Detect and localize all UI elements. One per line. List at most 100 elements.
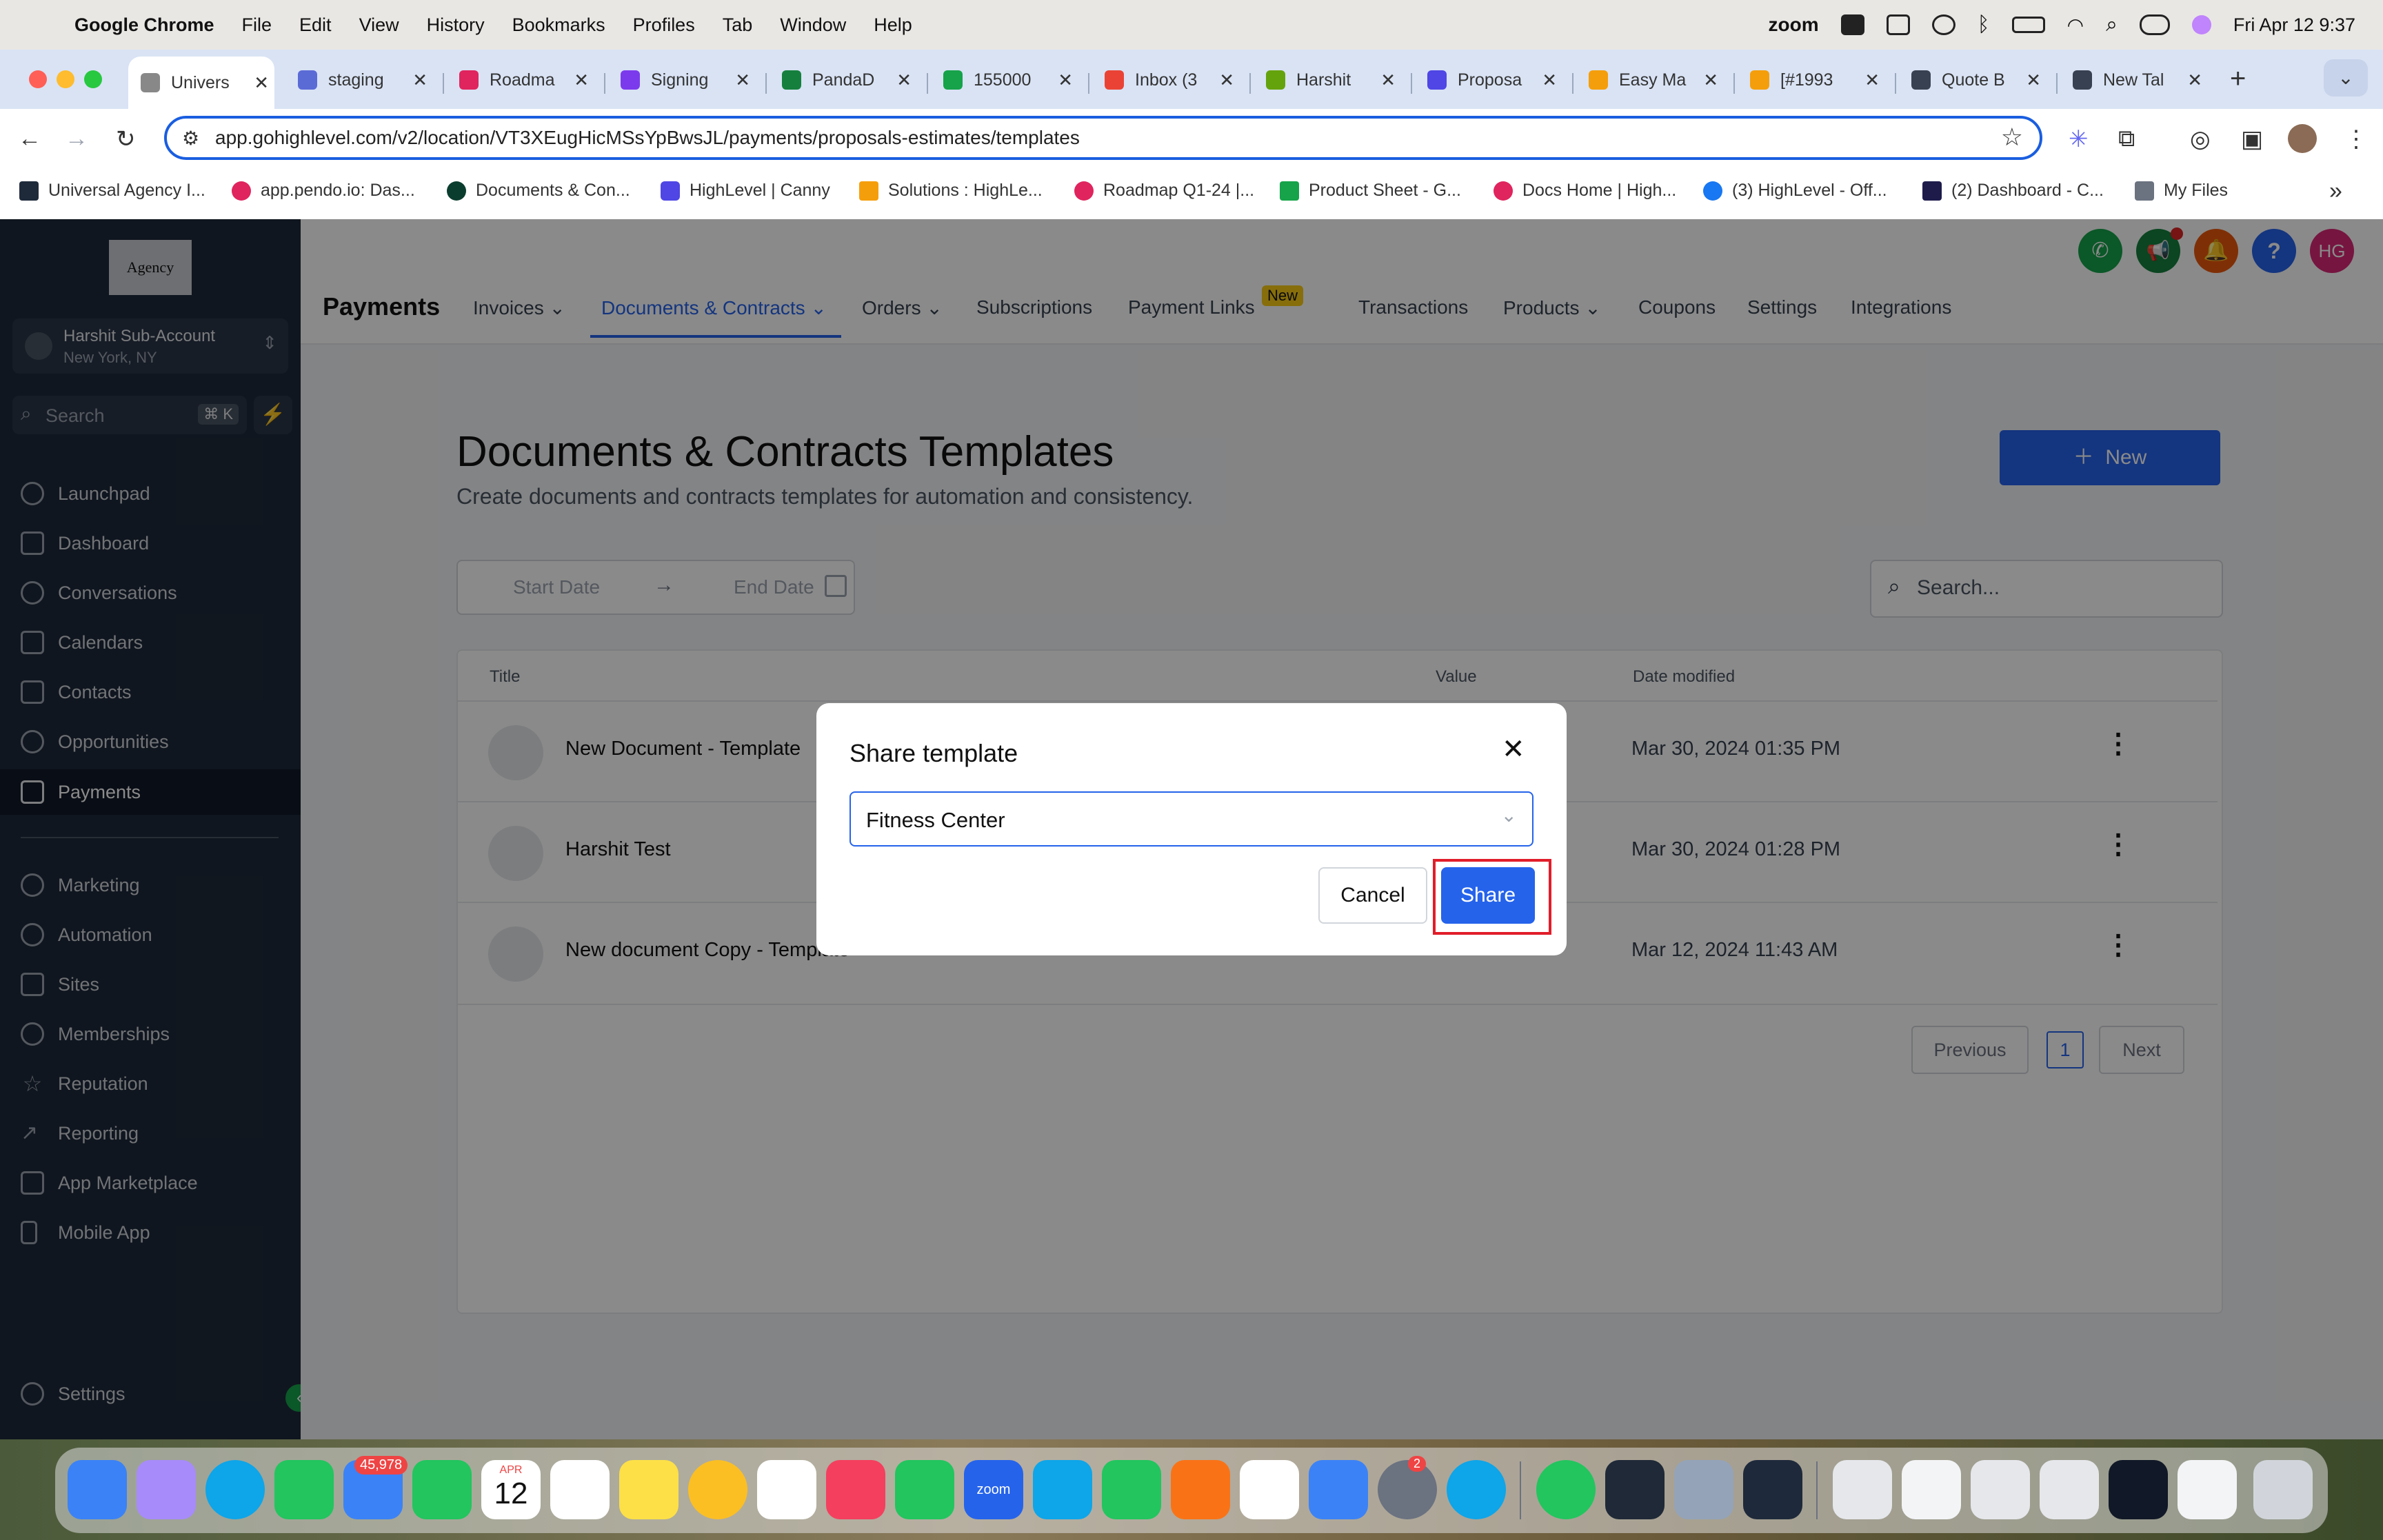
tab-close-icon[interactable]: ✕: [412, 70, 428, 91]
launchpad-icon[interactable]: [137, 1460, 196, 1519]
forward-arrow-icon[interactable]: →: [65, 125, 88, 152]
share-button[interactable]: Share: [1441, 867, 1535, 924]
tab-close-icon[interactable]: ✕: [2026, 70, 2041, 91]
control-center-icon[interactable]: [2139, 14, 2170, 35]
messages-icon[interactable]: [274, 1460, 334, 1519]
notes-icon[interactable]: [619, 1460, 678, 1519]
profile-avatar[interactable]: [2288, 124, 2317, 153]
checkbox-icon[interactable]: [1840, 14, 1864, 35]
browser-tab[interactable]: New Tal ✕: [2073, 59, 2208, 101]
preview-icon[interactable]: [1674, 1460, 1733, 1519]
bookmark-item[interactable]: Universal Agency I...: [19, 181, 205, 201]
window-maximize-button[interactable]: [84, 70, 102, 88]
bookmark-item[interactable]: Solutions : HighLe...: [859, 181, 1043, 201]
tab-close-icon[interactable]: ✕: [896, 70, 912, 91]
browser-tab[interactable]: PandaD ✕: [782, 59, 917, 101]
site-info-icon[interactable]: ⚙: [182, 127, 199, 150]
bookmarks-overflow-icon[interactable]: »: [2329, 178, 2342, 205]
menu-edit[interactable]: Edit: [299, 14, 332, 36]
document-thumbnail-icon[interactable]: [1971, 1460, 2030, 1519]
music-icon[interactable]: [826, 1460, 885, 1519]
wifi-icon[interactable]: ◠: [2067, 14, 2084, 37]
address-bar[interactable]: ⚙ app.gohighlevel.com/v2/location/VT3XEu…: [164, 116, 2042, 160]
extension-sparkle-icon[interactable]: ✳: [2069, 125, 2089, 153]
browser-tab[interactable]: Roadma ✕: [459, 59, 594, 101]
chrome-menu-icon[interactable]: ⋮: [2344, 125, 2368, 153]
reminders-icon[interactable]: [550, 1460, 610, 1519]
performance-icon[interactable]: ◎: [2190, 125, 2211, 153]
pages-icon[interactable]: [1171, 1460, 1230, 1519]
whatsapp-icon[interactable]: [895, 1460, 954, 1519]
quicktime-icon[interactable]: [1605, 1460, 1665, 1519]
browser-tab[interactable]: Quote B ✕: [1911, 59, 2047, 101]
numbers-icon[interactable]: [1102, 1460, 1161, 1519]
tab-close-icon[interactable]: ✕: [1219, 70, 1234, 91]
reload-icon[interactable]: ↻: [116, 125, 136, 153]
bookmark-item[interactable]: Docs Home | High...: [1494, 181, 1676, 201]
app-store-icon[interactable]: [1309, 1460, 1368, 1519]
address-url[interactable]: app.gohighlevel.com/v2/location/VT3XEugH…: [215, 127, 1080, 149]
bookmark-item[interactable]: (2) Dashboard - C...: [1922, 181, 2104, 201]
browser-tab[interactable]: 155000 ✕: [943, 59, 1078, 101]
facetime-icon[interactable]: [412, 1460, 472, 1519]
menu-file[interactable]: File: [242, 14, 272, 36]
window-close-button[interactable]: [29, 70, 47, 88]
play-icon[interactable]: [1931, 14, 1955, 35]
bookmark-item[interactable]: Roadmap Q1-24 |...: [1074, 181, 1254, 201]
menu-app-name[interactable]: Google Chrome: [74, 14, 214, 36]
bookmark-item[interactable]: app.pendo.io: Das...: [232, 181, 415, 201]
side-panel-icon[interactable]: ▣: [2241, 125, 2263, 153]
browser-tab[interactable]: Inbox (3 ✕: [1105, 59, 1240, 101]
siri-icon[interactable]: [2191, 15, 2211, 34]
system-settings-icon[interactable]: [1378, 1460, 1437, 1519]
menu-window[interactable]: Window: [780, 14, 846, 36]
chrome-icon[interactable]: [688, 1460, 747, 1519]
bluetooth-icon[interactable]: ᛒ: [1978, 13, 1990, 37]
document-thumbnail-icon[interactable]: [2109, 1460, 2168, 1519]
browser-tab-active[interactable]: Univers ✕: [128, 57, 274, 109]
bookmark-star-icon[interactable]: ☆: [2001, 123, 2023, 152]
cancel-button[interactable]: Cancel: [1318, 867, 1427, 924]
menu-bookmarks[interactable]: Bookmarks: [512, 14, 605, 36]
tab-close-icon[interactable]: ✕: [735, 70, 750, 91]
document-thumbnail-icon[interactable]: [1902, 1460, 1961, 1519]
tab-search-chevron-icon[interactable]: ⌄: [2324, 59, 2368, 97]
tab-close-icon[interactable]: ✕: [254, 72, 269, 94]
document-thumbnail-icon[interactable]: [2040, 1460, 2099, 1519]
window-minimize-button[interactable]: [57, 70, 74, 88]
tab-close-icon[interactable]: ✕: [2187, 70, 2202, 91]
tab-close-icon[interactable]: ✕: [1542, 70, 1557, 91]
document-thumbnail-icon[interactable]: [1833, 1460, 1892, 1519]
zoom-app-icon[interactable]: zoom: [964, 1460, 1023, 1519]
browser-tab[interactable]: Signing ✕: [621, 59, 756, 101]
keynote-icon[interactable]: [1033, 1460, 1092, 1519]
tab-close-icon[interactable]: ✕: [574, 70, 589, 91]
tab-close-icon[interactable]: ✕: [1703, 70, 1718, 91]
freeform-icon[interactable]: [757, 1460, 816, 1519]
extensions-puzzle-icon[interactable]: ⧉: [2118, 125, 2135, 152]
search-icon[interactable]: ⌕: [2106, 13, 2118, 37]
menu-profiles[interactable]: Profiles: [633, 14, 695, 36]
tab-close-icon[interactable]: ✕: [1864, 70, 1880, 91]
zoom-status-label[interactable]: zoom: [1769, 14, 1819, 36]
trash-icon[interactable]: [2253, 1460, 2313, 1519]
browser-tab[interactable]: Proposa ✕: [1427, 59, 1562, 101]
menu-tab[interactable]: Tab: [723, 14, 753, 36]
bookmark-item[interactable]: Product Sheet - G...: [1280, 181, 1461, 201]
safari-icon[interactable]: [205, 1460, 265, 1519]
spotify-icon[interactable]: [1536, 1460, 1596, 1519]
browser-tab[interactable]: Easy Ma ✕: [1589, 59, 1724, 101]
close-icon[interactable]: ✕: [1502, 733, 1525, 765]
tab-close-icon[interactable]: ✕: [1058, 70, 1073, 91]
battery-icon[interactable]: [2011, 17, 2045, 33]
bookmark-item[interactable]: Documents & Con...: [447, 181, 630, 201]
tab-close-icon[interactable]: ✕: [1380, 70, 1396, 91]
browser-tab[interactable]: [#1993 ✕: [1750, 59, 1885, 101]
screenshot-icon[interactable]: [1743, 1460, 1802, 1519]
bookmark-item[interactable]: My Files: [2135, 181, 2228, 201]
finder-icon[interactable]: [68, 1460, 127, 1519]
browser-tab[interactable]: Harshit ✕: [1266, 59, 1401, 101]
slack-icon[interactable]: [1240, 1460, 1299, 1519]
datetime[interactable]: Fri Apr 12 9:37: [2233, 14, 2355, 36]
bookmark-item[interactable]: (3) HighLevel - Off...: [1703, 181, 1887, 201]
